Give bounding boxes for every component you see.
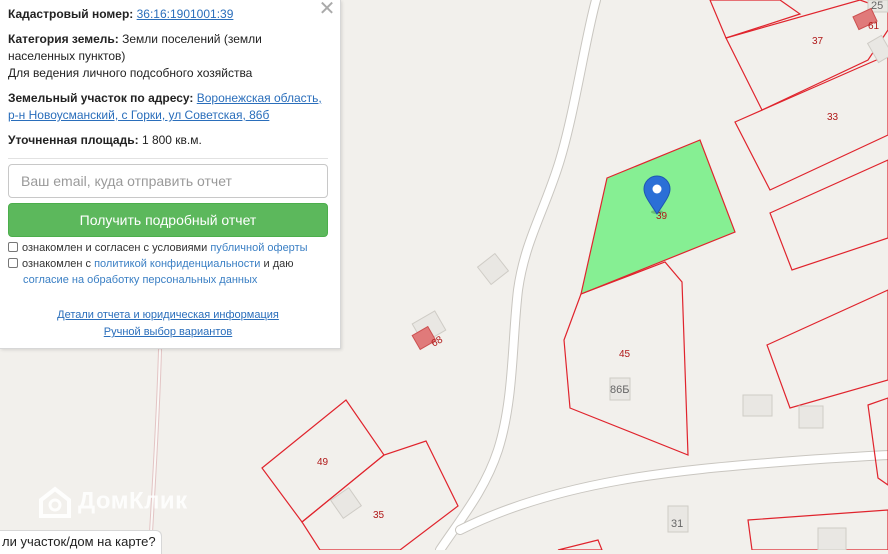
parcel-label-37: 37 — [812, 36, 824, 47]
house-label-86b: 86Б — [610, 384, 629, 396]
category-row: Категория земель: Земли поселений (земли… — [8, 31, 328, 82]
cadastral-label: Кадастровый номер: — [8, 7, 134, 21]
privacy-checkbox[interactable] — [8, 258, 18, 268]
parcel-label-33: 33 — [827, 112, 839, 123]
offer-consent[interactable]: ознакомлен и согласен с условиями публич… — [8, 240, 308, 256]
area-value: 1 800 кв.м. — [141, 133, 202, 147]
address-row: Земельный участок по адресу: Воронежская… — [8, 90, 328, 124]
parcel-info-panel: ✕ Кадастровый номер: 36:16:1901001:39 Ка… — [0, 0, 341, 349]
category-value-2: населенных пунктов) — [8, 49, 126, 63]
watermark-text: ДомКлик — [78, 487, 188, 515]
email-input[interactable] — [8, 164, 328, 198]
parcel-label-35: 35 — [373, 510, 385, 521]
address-link-2[interactable]: р-н Новоусманский, с Горки, ул Советская… — [8, 108, 269, 122]
manual-selection-link[interactable]: Ручной выбор вариантов — [0, 326, 336, 338]
address-link-1[interactable]: Воронежская область, — [197, 91, 322, 105]
category-value-3: Для ведения личного подсобного хозяйства — [8, 66, 253, 80]
report-details-link[interactable]: Детали отчета и юридическая информация — [0, 309, 336, 321]
parcel-label-45: 45 — [619, 349, 631, 360]
get-report-button[interactable]: Получить подробный отчет — [8, 203, 328, 237]
parcel-label-49: 49 — [317, 457, 329, 468]
domclick-logo-icon — [39, 486, 71, 518]
area-row: Уточненная площадь: 1 800 кв.м. — [8, 132, 328, 149]
offer-consent-text: ознакомлен и согласен с условиями — [22, 242, 208, 254]
cadastral-row: Кадастровый номер: 36:16:1901001:39 — [8, 6, 328, 23]
parcel-label-61: 61 — [868, 21, 880, 32]
category-label: Категория земель: — [8, 32, 119, 46]
address-label: Земельный участок по адресу: — [8, 91, 194, 105]
category-value-1: Земли поселений (земли — [122, 32, 262, 46]
map-question-bar[interactable]: ли участок/дом на карте? — [0, 530, 162, 554]
privacy-consent-text-a: ознакомлен с — [22, 258, 92, 270]
privacy-consent-text-b: и даю — [263, 258, 294, 270]
divider — [8, 158, 328, 159]
map-question-text: ли участок/дом на карте? — [2, 534, 156, 549]
privacy-consent[interactable]: ознакомлен с политикой конфиденциальност… — [8, 256, 294, 288]
domclick-watermark: ДомКлик — [38, 485, 188, 519]
house-label-25: 25 — [871, 0, 883, 12]
public-offer-link[interactable]: публичной оферты — [210, 242, 307, 254]
cadastral-number-link[interactable]: 36:16:1901001:39 — [137, 7, 234, 21]
offer-checkbox[interactable] — [8, 242, 18, 252]
privacy-policy-link[interactable]: политикой конфиденциальности — [94, 258, 260, 270]
house-label-31: 31 — [671, 518, 683, 530]
personal-data-link[interactable]: согласие на обработку персональных данны… — [23, 274, 257, 286]
area-label: Уточненная площадь: — [8, 133, 139, 147]
